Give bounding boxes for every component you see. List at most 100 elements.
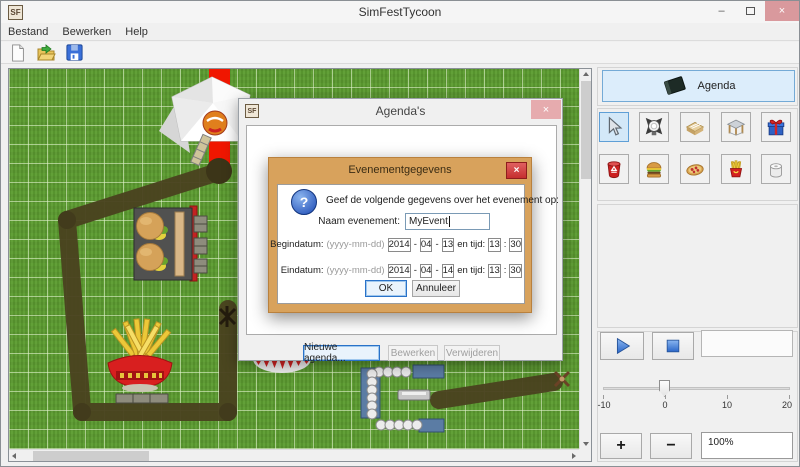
end-year-input[interactable]: 2014 (388, 264, 411, 278)
fries-bench (116, 394, 168, 403)
zoom-out-button[interactable]: − (650, 433, 692, 459)
cursor-icon (603, 116, 625, 138)
start-month-input[interactable]: 04 (420, 238, 433, 252)
path-node (206, 158, 232, 184)
tool-pizza-button[interactable] (680, 154, 710, 184)
save-file-button[interactable] (63, 43, 85, 63)
start-year-input[interactable]: 2014 (388, 238, 411, 252)
scroll-up-icon[interactable] (583, 72, 589, 76)
stage-icon (684, 116, 706, 138)
end-minute-input[interactable]: 30 (509, 264, 522, 278)
simfesttycoon-window: SF SimFestTycoon – × Bestand Bewerken He… (0, 0, 800, 467)
event-data-dialog: Evenementgegevens × ? Geef de volgende g… (268, 157, 532, 313)
end-day-input[interactable]: 14 (442, 264, 455, 278)
scroll-right-icon[interactable] (572, 453, 576, 459)
event-dialog-close-button[interactable]: × (506, 162, 527, 179)
end-hour-input[interactable]: 13 (488, 264, 501, 278)
speed-slider-track[interactable] (603, 387, 790, 390)
new-document-icon (9, 43, 27, 63)
agenda-book-icon (662, 75, 688, 97)
tick-0: 0 (662, 400, 667, 410)
edit-agenda-button[interactable]: Bewerken (388, 345, 438, 361)
start-date-format: (yyyy-mm-dd) (327, 239, 385, 250)
tool-trashcan-button[interactable] (599, 154, 629, 184)
save-floppy-icon (65, 43, 84, 62)
scroll-left-icon[interactable] (12, 453, 16, 459)
pizza-icon (684, 158, 706, 180)
tool-fries-button[interactable] (721, 154, 751, 184)
horizontal-scroll-thumb[interactable] (33, 451, 149, 461)
vertical-scroll-thumb[interactable] (581, 81, 591, 179)
play-button[interactable] (600, 332, 644, 360)
tick-10: 10 (722, 400, 732, 410)
gift-icon (765, 116, 787, 138)
end-time-label: en tijd: (457, 265, 485, 276)
trashcan-icon (603, 158, 625, 180)
fries-icon (725, 158, 747, 180)
agendas-dialog-titlebar[interactable]: Agenda's (239, 99, 562, 123)
start-day-input[interactable]: 13 (442, 238, 455, 252)
scroll-down-icon[interactable] (583, 442, 589, 446)
new-file-button[interactable] (7, 43, 29, 63)
picnic-benches (194, 216, 207, 273)
maximize-button[interactable] (736, 1, 765, 21)
end-date-row: Eindatum: (yyyy-mm-dd) 2014 - 04 - 14 en… (284, 263, 522, 278)
end-month-input[interactable]: 04 (420, 264, 433, 278)
tool-burger-button[interactable] (639, 154, 669, 184)
window-title: SimFestTycoon (1, 1, 799, 23)
menu-bestand[interactable]: Bestand (1, 25, 55, 39)
map-horizontal-scrollbar[interactable] (9, 449, 579, 461)
tool-stage-button[interactable] (680, 112, 710, 142)
stop-button[interactable] (652, 332, 694, 360)
agenda-button-label: Agenda (698, 80, 736, 92)
tool-toilet-roll-button[interactable] (761, 154, 791, 184)
ok-button[interactable]: OK (365, 280, 407, 297)
menu-help[interactable]: Help (118, 25, 155, 39)
start-time-label: en tijd: (457, 239, 485, 250)
end-date-format: (yyyy-mm-dd) (327, 265, 385, 276)
event-instruction: Geef de volgende gegevens over het evene… (326, 195, 559, 206)
agendas-dialog-icon: SF (245, 104, 259, 118)
event-name-label: Naam evenement: (318, 216, 400, 227)
menu-bewerken[interactable]: Bewerken (55, 25, 118, 39)
new-agenda-button[interactable]: Nieuwe agenda... (303, 345, 380, 361)
event-dialog-titlebar[interactable]: Evenementgegevens (269, 158, 531, 184)
cancel-button[interactable]: Annuleer (412, 280, 460, 297)
stop-icon (663, 336, 683, 356)
maximize-icon (746, 7, 755, 15)
close-button[interactable]: × (765, 1, 799, 21)
tool-truss-button[interactable] (721, 112, 751, 142)
minimize-button[interactable]: – (707, 1, 736, 21)
window-titlebar[interactable]: SF SimFestTycoon – × (1, 1, 799, 23)
help-icon: ? (291, 189, 317, 215)
start-hour-input[interactable]: 13 (488, 238, 501, 252)
event-name-input[interactable]: MyEvent (405, 213, 490, 230)
tool-gift-button[interactable] (761, 112, 791, 142)
circus-tent (159, 77, 250, 165)
agenda-button[interactable]: Agenda (602, 70, 795, 102)
status-box (701, 330, 793, 357)
menubar: Bestand Bewerken Help (1, 23, 799, 41)
event-dialog-body: ? Geef de volgende gegevens over het eve… (277, 184, 525, 304)
info-panel (597, 204, 798, 328)
burger-stall (134, 206, 197, 281)
open-file-button[interactable] (35, 43, 57, 63)
text-caret (449, 216, 450, 227)
tick-20: 20 (782, 400, 792, 410)
start-date-row: Begindatum: (yyyy-mm-dd) 2014 - 04 - 13 … (284, 237, 522, 252)
delete-agenda-button[interactable]: Verwijderen (444, 345, 500, 361)
play-icon (611, 335, 633, 357)
open-folder-icon (36, 43, 56, 63)
toolbar (1, 42, 799, 64)
toilet-roll-icon (765, 158, 787, 180)
zoom-in-button[interactable]: + (600, 433, 642, 459)
striped-awning (253, 359, 311, 373)
burger-icon (643, 158, 665, 180)
tool-cursor-button[interactable] (599, 112, 629, 142)
map-vertical-scrollbar[interactable] (579, 69, 591, 449)
tool-spotlight-button[interactable] (639, 112, 669, 142)
agendas-dialog-close-button[interactable]: × (531, 100, 561, 119)
start-minute-input[interactable]: 30 (509, 238, 522, 252)
scrollbar-corner (579, 449, 591, 461)
zoom-level-field[interactable]: 100% (701, 432, 793, 459)
